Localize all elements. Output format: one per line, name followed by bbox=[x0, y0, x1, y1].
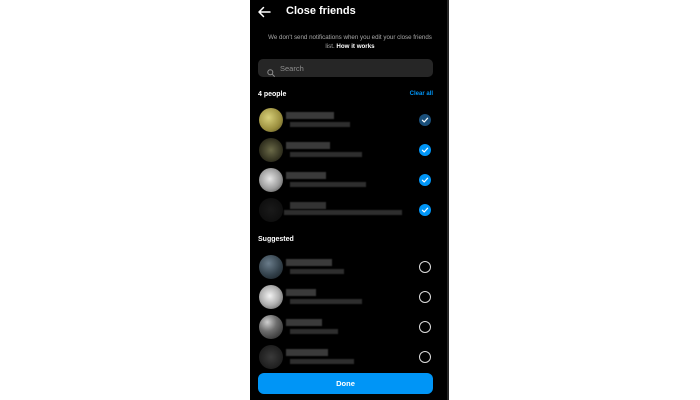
suggested-person-row[interactable] bbox=[250, 343, 447, 373]
suggested-person-row[interactable] bbox=[250, 283, 447, 313]
selected-count: 4 people bbox=[258, 91, 287, 98]
blurred-fullname bbox=[290, 182, 366, 187]
unselected-radio[interactable] bbox=[419, 351, 431, 363]
avatar bbox=[259, 255, 283, 279]
blurred-username bbox=[286, 349, 328, 356]
blurred-fullname bbox=[290, 359, 354, 364]
avatar bbox=[259, 285, 283, 309]
unselected-radio[interactable] bbox=[419, 291, 431, 303]
search-bar[interactable] bbox=[258, 59, 433, 77]
back-arrow-icon[interactable] bbox=[256, 4, 272, 20]
selected-check-icon[interactable] bbox=[419, 144, 431, 156]
blurred-username bbox=[286, 112, 334, 119]
blurred-username bbox=[290, 202, 326, 209]
selected-person-row[interactable] bbox=[250, 136, 447, 166]
avatar bbox=[259, 138, 283, 162]
blurred-fullname bbox=[290, 122, 350, 127]
search-icon bbox=[267, 64, 275, 77]
search-input[interactable] bbox=[280, 61, 428, 75]
blurred-username bbox=[286, 319, 322, 326]
blurred-fullname bbox=[290, 299, 362, 304]
page-title: Close friends bbox=[286, 5, 356, 17]
how-it-works-link[interactable]: How it works bbox=[336, 43, 374, 50]
blurred-username bbox=[286, 259, 332, 266]
suggested-person-row[interactable] bbox=[250, 313, 447, 343]
unselected-radio[interactable] bbox=[419, 261, 431, 273]
avatar bbox=[259, 315, 283, 339]
avatar bbox=[259, 198, 283, 222]
selected-check-icon[interactable] bbox=[419, 204, 431, 216]
phone-screen: Close friends We don't send notification… bbox=[250, 0, 449, 400]
suggested-title: Suggested bbox=[258, 236, 294, 243]
selected-person-row[interactable] bbox=[250, 166, 447, 196]
blurred-fullname bbox=[290, 329, 338, 334]
selected-check-icon[interactable] bbox=[419, 114, 431, 126]
suggested-person-row[interactable] bbox=[250, 253, 447, 283]
avatar bbox=[259, 345, 283, 369]
notice-text: We don't send notifications when you edi… bbox=[264, 33, 436, 51]
blurred-fullname bbox=[290, 152, 362, 157]
blurred-fullname bbox=[290, 269, 344, 274]
blurred-username bbox=[286, 289, 316, 296]
blurred-fullname bbox=[284, 210, 402, 215]
avatar bbox=[259, 168, 283, 192]
selected-person-row[interactable] bbox=[250, 106, 447, 136]
blurred-username bbox=[286, 142, 330, 149]
header: Close friends bbox=[250, 0, 447, 26]
unselected-radio[interactable] bbox=[419, 321, 431, 333]
selected-person-row[interactable] bbox=[250, 196, 447, 226]
avatar bbox=[259, 108, 283, 132]
clear-all-button[interactable]: Clear all bbox=[410, 91, 433, 97]
done-button[interactable]: Done bbox=[258, 373, 433, 394]
blurred-username bbox=[286, 172, 326, 179]
selected-check-icon[interactable] bbox=[419, 174, 431, 186]
